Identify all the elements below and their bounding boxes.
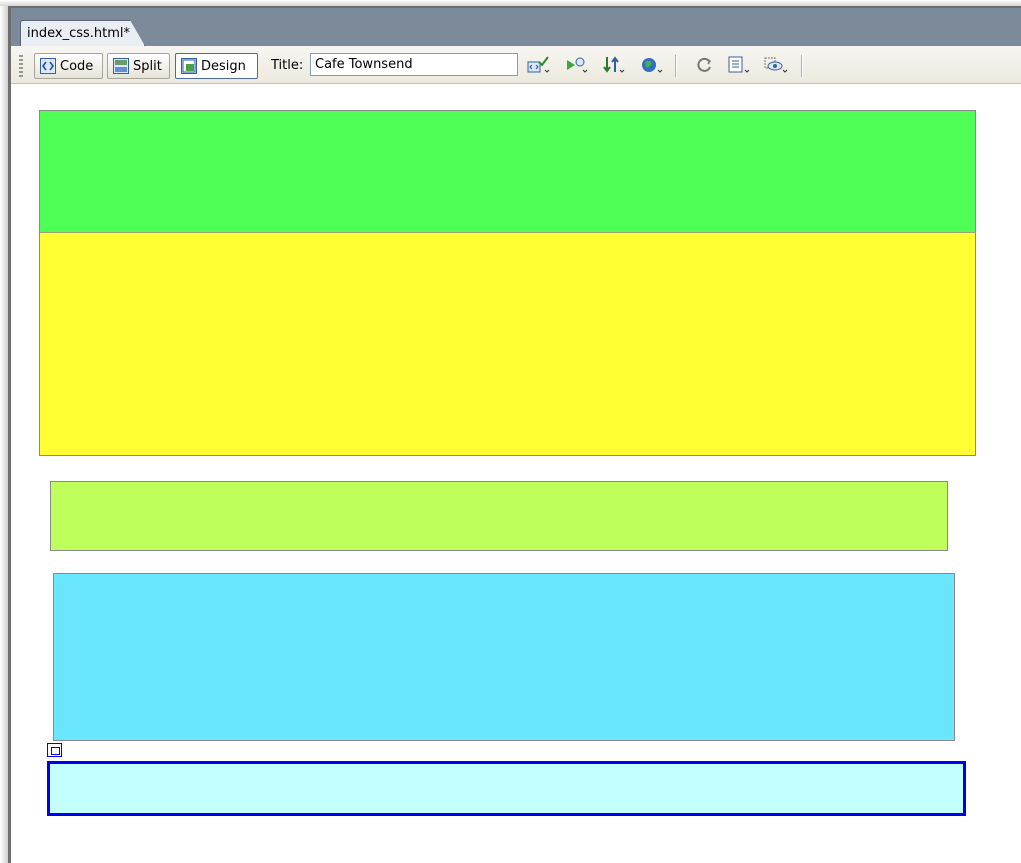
refresh-icon[interactable] (692, 55, 718, 75)
document-title-input[interactable] (310, 53, 518, 76)
selected-block[interactable] (47, 761, 966, 816)
toolbar-grip[interactable] (19, 55, 23, 77)
view-options-icon[interactable] (727, 55, 753, 75)
split-view-icon (113, 58, 129, 74)
split-view-button[interactable]: Split (107, 53, 170, 79)
validate-markup-icon[interactable] (526, 55, 552, 75)
document-toolbar: Code Split Design Title: (11, 46, 1021, 84)
toolbar-separator (675, 55, 677, 77)
cyan-block[interactable] (53, 573, 955, 741)
design-view-button[interactable]: Design (175, 53, 258, 79)
preview-browser-icon[interactable] (639, 55, 665, 75)
code-view-icon (40, 58, 56, 74)
toolbar-separator (801, 55, 803, 77)
yellow-block[interactable] (39, 232, 976, 456)
split-view-label: Split (133, 58, 162, 74)
code-view-label: Code (60, 58, 94, 74)
document-tab[interactable]: index_css.html* (20, 20, 145, 46)
lime-block[interactable] (50, 481, 948, 551)
selection-handle-icon[interactable] (47, 743, 62, 757)
visual-aids-icon[interactable] (763, 55, 789, 75)
document-tab-strip (11, 8, 1021, 46)
browser-check-icon[interactable] (564, 55, 590, 75)
green-block[interactable] (39, 110, 976, 233)
design-view-label: Design (201, 58, 246, 74)
code-view-button[interactable]: Code (34, 53, 103, 79)
design-view-icon (181, 58, 197, 74)
window-shadow-left (0, 6, 8, 863)
title-label: Title: (271, 58, 304, 73)
file-management-icon[interactable] (601, 55, 627, 75)
